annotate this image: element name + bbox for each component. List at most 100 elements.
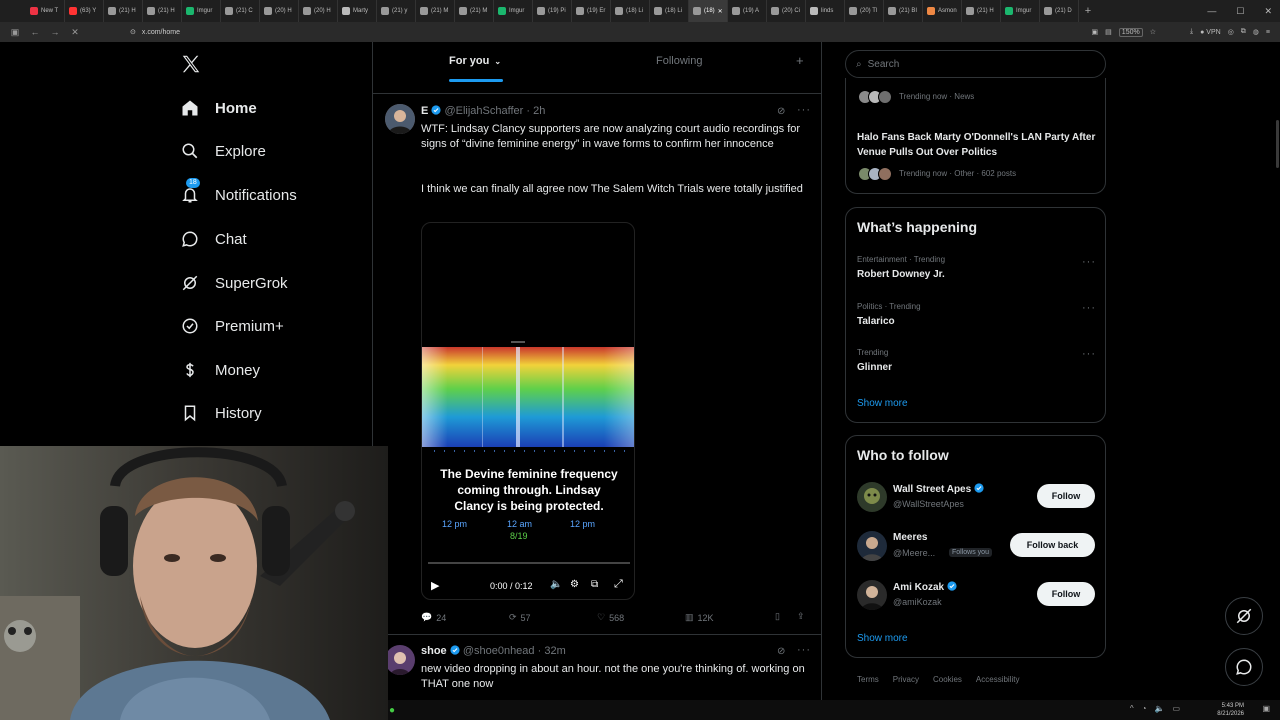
battery-icon[interactable]: ▭: [1172, 704, 1180, 713]
close-tab-icon[interactable]: ✕: [718, 8, 723, 15]
account-handle[interactable]: @amiKozak: [893, 597, 942, 607]
account-name-row[interactable]: Ami Kozak: [893, 581, 957, 593]
follow-back-button[interactable]: Follow back: [1010, 533, 1095, 557]
footer-link[interactable]: Terms: [857, 675, 879, 684]
sidebar-item-premium[interactable]: Premium+: [180, 311, 284, 341]
footer-link[interactable]: Cookies: [933, 675, 962, 684]
grok-icon[interactable]: ⊘: [777, 106, 785, 117]
sidebar-item-chat[interactable]: Chat: [180, 224, 247, 254]
sidebar-item-history[interactable]: History: [180, 398, 262, 428]
volume-icon[interactable]: 🔈: [550, 579, 562, 590]
show-more-link[interactable]: Show more: [857, 398, 908, 409]
sidebar-item-notifications[interactable]: 18 Notifications: [180, 178, 297, 210]
tweet-time[interactable]: · 2h: [526, 105, 545, 117]
more-options-icon[interactable]: ···: [1082, 256, 1096, 268]
more-options-icon[interactable]: ···: [1082, 302, 1096, 314]
grok-icon[interactable]: ⊘: [777, 646, 785, 657]
sidebar-item-supergrok[interactable]: SuperGrok: [180, 268, 288, 298]
author-name[interactable]: E: [421, 105, 428, 117]
browser-tab[interactable]: (21) H: [104, 0, 143, 22]
browser-tab[interactable]: (21) C: [221, 0, 260, 22]
browser-tab[interactable]: (63) Y: [65, 0, 104, 22]
back-icon[interactable]: ←: [30, 27, 40, 37]
browser-tab[interactable]: (19) A: [728, 0, 767, 22]
forward-icon[interactable]: →: [50, 27, 60, 37]
author-handle[interactable]: @ElijahSchaffer: [444, 105, 523, 117]
scrollbar-thumb[interactable]: [1276, 120, 1279, 168]
browser-tab[interactable]: Imgur: [1001, 0, 1040, 22]
search-input[interactable]: ⌕ Search: [845, 50, 1106, 78]
like-button[interactable]: ♡ 568: [597, 612, 624, 623]
browser-tab[interactable]: Imgur: [182, 0, 221, 22]
sidebar-item-explore[interactable]: Explore: [180, 136, 266, 166]
author-name[interactable]: shoe: [421, 645, 447, 657]
footer-link[interactable]: Accessibility: [976, 675, 1020, 684]
add-tab-button[interactable]: +: [796, 53, 804, 68]
zoom-level[interactable]: 150%: [1118, 27, 1143, 37]
account-handle[interactable]: @WallStreetApes: [893, 499, 964, 509]
video-progress-bar[interactable]: [428, 562, 630, 564]
sidebar-item-money[interactable]: Money: [180, 355, 260, 385]
avatar[interactable]: [857, 482, 887, 512]
browser-tab[interactable]: (19) Pi: [533, 0, 572, 22]
account-handle[interactable]: @Meere...: [893, 548, 935, 558]
pip-icon[interactable]: ⧉: [591, 579, 598, 590]
maximize-icon[interactable]: ☐: [1236, 6, 1244, 17]
browser-tab[interactable]: (19) Er: [572, 0, 611, 22]
browser-tab[interactable]: Imgur: [494, 0, 533, 22]
follow-button[interactable]: Follow: [1037, 484, 1095, 508]
browser-tab[interactable]: (21) y: [377, 0, 416, 22]
fullscreen-icon[interactable]: ⤢: [614, 578, 623, 591]
profile-icon[interactable]: ◍: [1253, 28, 1259, 36]
follow-button[interactable]: Follow: [1037, 582, 1095, 606]
browser-tab[interactable]: (20) H: [260, 0, 299, 22]
browser-tab[interactable]: (21) D: [1040, 0, 1079, 22]
grok-fab[interactable]: [1225, 597, 1263, 635]
settings-icon[interactable]: ⚙: [570, 579, 579, 590]
volume-icon[interactable]: 🔈: [1154, 704, 1164, 713]
app-icon[interactable]: ●: [389, 705, 395, 716]
x-logo-icon[interactable]: [180, 53, 202, 75]
browser-tab[interactable]: (18) Li: [611, 0, 650, 22]
show-more-link[interactable]: Show more: [857, 633, 908, 644]
video-player[interactable]: The Devine feminine frequency coming thr…: [421, 222, 635, 600]
more-options-icon[interactable]: ···: [1082, 348, 1096, 360]
avatar[interactable]: [385, 645, 415, 675]
avatar[interactable]: [857, 580, 887, 610]
browser-tab[interactable]: Marty: [338, 0, 377, 22]
more-options-icon[interactable]: ···: [797, 644, 811, 656]
browser-tab[interactable]: (20) Tl: [845, 0, 884, 22]
tray-chevron-icon[interactable]: ^: [1130, 704, 1134, 713]
messages-fab[interactable]: [1225, 648, 1263, 686]
browser-tab[interactable]: Asmon: [923, 0, 962, 22]
browser-tab[interactable]: (21) H: [962, 0, 1001, 22]
account-name-row[interactable]: Wall Street Apes: [893, 483, 984, 495]
browser-tab[interactable]: New T: [26, 0, 65, 22]
screenshot-icon[interactable]: ▣: [1092, 28, 1099, 36]
browser-tab[interactable]: (21) M: [455, 0, 494, 22]
download-icon[interactable]: ⤓: [1190, 28, 1193, 36]
reload-icon[interactable]: ✕: [70, 27, 80, 38]
views-button[interactable]: ▥ 12K: [685, 612, 714, 623]
account-name[interactable]: Meeres: [893, 532, 927, 543]
system-clock[interactable]: 5:43 PM 8/21/2026: [1217, 702, 1244, 718]
reader-icon[interactable]: ▤: [1105, 28, 1112, 36]
footer-link[interactable]: Privacy: [893, 675, 919, 684]
bookmark-star-icon[interactable]: ☆: [1150, 28, 1156, 36]
avatar[interactable]: [385, 104, 415, 134]
browser-tab[interactable]: (18) ✕: [689, 0, 728, 22]
trend-headline[interactable]: Halo Fans Back Marty O'Donnell's LAN Par…: [857, 130, 1097, 160]
repost-button[interactable]: ⟳ 57: [509, 612, 531, 623]
browser-tab[interactable]: (20) Ci: [767, 0, 806, 22]
close-window-icon[interactable]: ✕: [1264, 6, 1272, 17]
avatar[interactable]: [857, 531, 887, 561]
extensions-icon[interactable]: ⧉: [1241, 28, 1246, 36]
vpn-badge[interactable]: ● VPN: [1200, 29, 1221, 36]
menu-icon[interactable]: ≡: [1266, 29, 1270, 36]
author-handle[interactable]: @shoe0nhead: [463, 645, 535, 657]
more-options-icon[interactable]: ···: [797, 104, 811, 116]
browser-tab[interactable]: (20) H: [299, 0, 338, 22]
share-icon[interactable]: ⇪: [797, 611, 805, 622]
sidebar-toggle-icon[interactable]: ▣: [10, 27, 20, 38]
notification-center-icon[interactable]: ▣: [1262, 704, 1270, 713]
